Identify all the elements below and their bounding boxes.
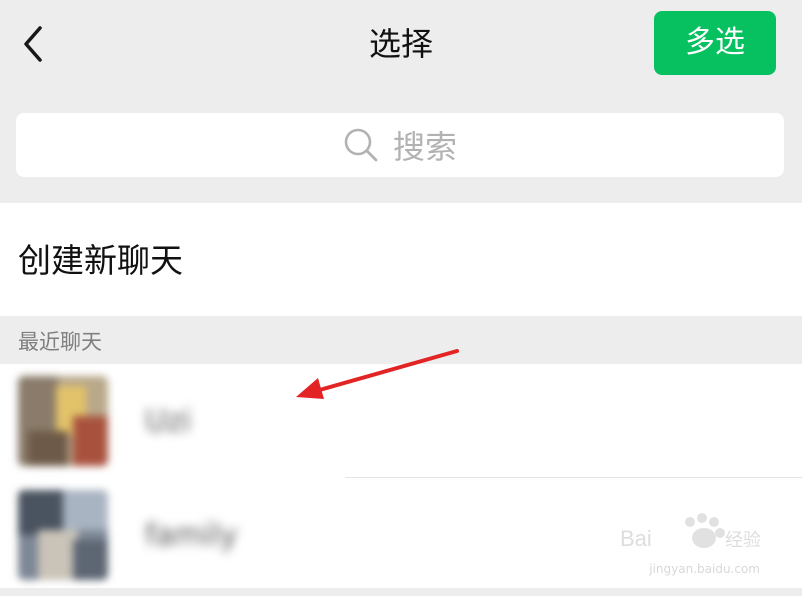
avatar [18, 490, 108, 580]
avatar-image [18, 490, 108, 580]
top-bar: 选择 多选 [0, 0, 802, 92]
create-new-chat-label: 创建新聊天 [18, 241, 183, 280]
baidu-paw-logo: Bai 经验 [620, 513, 760, 551]
watermark-url: jingyan.baidu.com [649, 562, 760, 576]
chat-name: Uzi [145, 404, 192, 439]
search-content: 搜索 [16, 113, 784, 177]
svg-text:经验: 经验 [725, 530, 760, 551]
list-item-chat-1[interactable]: Uzi [0, 364, 802, 480]
search-input[interactable]: 搜索 [16, 113, 784, 177]
search-placeholder: 搜索 [392, 128, 457, 166]
svg-text:Bai: Bai [620, 526, 652, 551]
multi-select-button[interactable]: 多选 [654, 11, 776, 75]
recent-chats-header: 最近聊天 [0, 316, 802, 364]
chat-name: family [145, 518, 238, 553]
divider [345, 477, 802, 478]
search-icon [344, 128, 378, 162]
create-new-chat-row[interactable]: 创建新聊天 [0, 203, 802, 316]
recent-chats-label: 最近聊天 [18, 330, 102, 354]
avatar-image [18, 376, 108, 466]
avatar [18, 376, 108, 466]
